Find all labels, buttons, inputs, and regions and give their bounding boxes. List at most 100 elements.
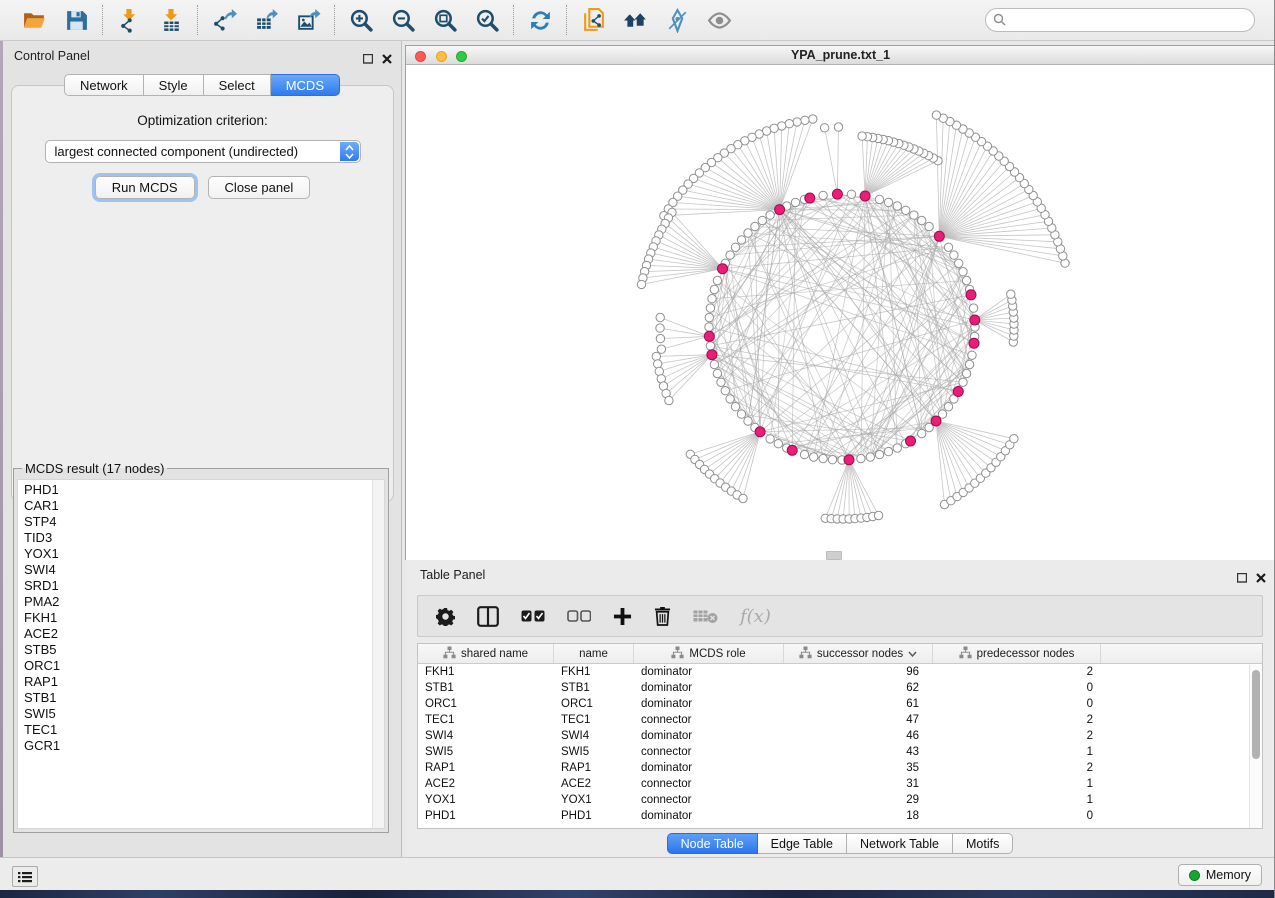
mcds-result-item[interactable]: CAR1: [24, 498, 384, 514]
gear-icon[interactable]: [436, 607, 455, 626]
graph-node[interactable]: [706, 342, 714, 350]
graph-node[interactable]: [706, 304, 714, 312]
graph-node[interactable]: [965, 360, 973, 368]
mcds-result-item[interactable]: TEC1: [24, 722, 384, 738]
graph-leaf-node[interactable]: [1007, 290, 1015, 298]
graph-node[interactable]: [744, 417, 752, 425]
panel-splitter-handle[interactable]: [826, 551, 842, 560]
float-panel-icon[interactable]: [363, 51, 373, 69]
tab-edge-table[interactable]: Edge Table: [758, 833, 847, 854]
graph-node[interactable]: [955, 259, 963, 267]
zoom-selected-icon[interactable]: [473, 6, 501, 34]
import-network-icon[interactable]: [115, 6, 143, 34]
close-window-icon[interactable]: [415, 51, 426, 62]
graph-leaf-node[interactable]: [637, 280, 645, 288]
graph-hub-node[interactable]: [787, 445, 797, 455]
graph-node[interactable]: [766, 435, 774, 443]
table-row[interactable]: FKH1FKH1dominator962: [418, 664, 1262, 680]
graph-node[interactable]: [959, 378, 967, 386]
graph-node[interactable]: [893, 444, 901, 452]
zoom-fit-icon[interactable]: [431, 6, 459, 34]
table-row[interactable]: SWI4SWI4dominator462: [418, 728, 1262, 744]
graph-node[interactable]: [737, 410, 745, 418]
graph-leaf-node[interactable]: [656, 313, 664, 321]
graph-node[interactable]: [810, 453, 818, 461]
graph-leaf-node[interactable]: [654, 360, 662, 368]
graph-node[interactable]: [875, 195, 883, 203]
optimization-select[interactable]: largest connected component (undirected): [45, 140, 361, 163]
graph-node[interactable]: [791, 198, 799, 206]
eye-icon[interactable]: [705, 6, 733, 34]
column-header-MCDS-role[interactable]: MCDS role: [634, 644, 784, 663]
tab-network[interactable]: Network: [64, 74, 144, 96]
graph-node[interactable]: [705, 323, 713, 331]
mcds-result-item[interactable]: STP4: [24, 514, 384, 530]
graph-hub-node[interactable]: [970, 315, 980, 325]
graph-node[interactable]: [737, 236, 745, 244]
memory-button[interactable]: Memory: [1178, 864, 1262, 886]
graph-node[interactable]: [962, 276, 970, 284]
graph-hub-node[interactable]: [755, 427, 765, 437]
zoom-in-icon[interactable]: [347, 6, 375, 34]
network-canvas[interactable]: [406, 65, 1274, 560]
mcds-result-item[interactable]: TID3: [24, 530, 384, 546]
table-row[interactable]: ACE2ACE2connector311: [418, 776, 1262, 792]
graph-hub-node[interactable]: [966, 290, 976, 300]
tab-style[interactable]: Style: [144, 74, 204, 96]
graph-node[interactable]: [819, 454, 827, 462]
style-pen-icon[interactable]: [663, 6, 691, 34]
tab-node-table[interactable]: Node Table: [667, 833, 758, 854]
add-icon[interactable]: [613, 607, 632, 626]
graph-leaf-node[interactable]: [820, 124, 828, 132]
graph-node[interactable]: [800, 450, 808, 458]
graph-hub-node[interactable]: [860, 191, 870, 201]
close-panel-button[interactable]: Close panel: [208, 176, 311, 199]
refresh-icon[interactable]: [526, 6, 554, 34]
graph-node[interactable]: [944, 243, 952, 251]
column-header-successor-nodes[interactable]: successor nodes: [784, 644, 933, 663]
mcds-result-item[interactable]: SRD1: [24, 578, 384, 594]
graph-node[interactable]: [721, 387, 729, 395]
graph-node[interactable]: [751, 222, 759, 230]
table-scroll-thumb[interactable]: [1252, 670, 1260, 759]
graph-leaf-node[interactable]: [809, 115, 817, 123]
task-history-button[interactable]: [12, 866, 38, 887]
table-row[interactable]: RAP1RAP1dominator352: [418, 760, 1262, 776]
clone-network-icon[interactable]: [579, 6, 607, 34]
open-session-icon[interactable]: [20, 6, 48, 34]
mcds-result-item[interactable]: RAP1: [24, 674, 384, 690]
graph-node[interactable]: [884, 447, 892, 455]
graph-node[interactable]: [731, 243, 739, 251]
graph-leaf-node[interactable]: [656, 324, 664, 332]
close-panel-icon[interactable]: [382, 51, 392, 69]
graph-node[interactable]: [708, 295, 716, 303]
table-row[interactable]: TEC1TEC1connector472: [418, 712, 1262, 728]
export-image-icon[interactable]: [294, 6, 322, 34]
graph-leaf-node[interactable]: [801, 116, 809, 124]
mcds-result-item[interactable]: YOX1: [24, 546, 384, 562]
delete-icon[interactable]: [654, 606, 671, 626]
graph-node[interactable]: [918, 216, 926, 224]
graph-node[interactable]: [910, 211, 918, 219]
graph-node[interactable]: [857, 454, 865, 462]
select-all-icon[interactable]: [521, 610, 545, 622]
tab-network-table[interactable]: Network Table: [847, 833, 953, 854]
table-row[interactable]: SWI5SWI5connector431: [418, 744, 1262, 760]
graph-node[interactable]: [959, 268, 967, 276]
graph-node[interactable]: [731, 403, 739, 411]
tab-select[interactable]: Select: [204, 74, 271, 96]
graph-node[interactable]: [713, 369, 721, 377]
graph-node[interactable]: [847, 190, 855, 198]
table-row[interactable]: PHD1PHD1dominator180: [418, 808, 1262, 824]
mcds-result-item[interactable]: GCR1: [24, 738, 384, 754]
graph-hub-node[interactable]: [934, 231, 944, 241]
graph-node[interactable]: [766, 211, 774, 219]
graph-hub-node[interactable]: [931, 416, 941, 426]
graph-hub-node[interactable]: [969, 338, 979, 348]
graph-node[interactable]: [875, 450, 883, 458]
graph-leaf-node[interactable]: [858, 132, 866, 140]
run-mcds-button[interactable]: Run MCDS: [95, 176, 195, 199]
graph-leaf-node[interactable]: [652, 352, 660, 360]
graph-hub-node[interactable]: [844, 455, 854, 465]
graph-node[interactable]: [713, 276, 721, 284]
